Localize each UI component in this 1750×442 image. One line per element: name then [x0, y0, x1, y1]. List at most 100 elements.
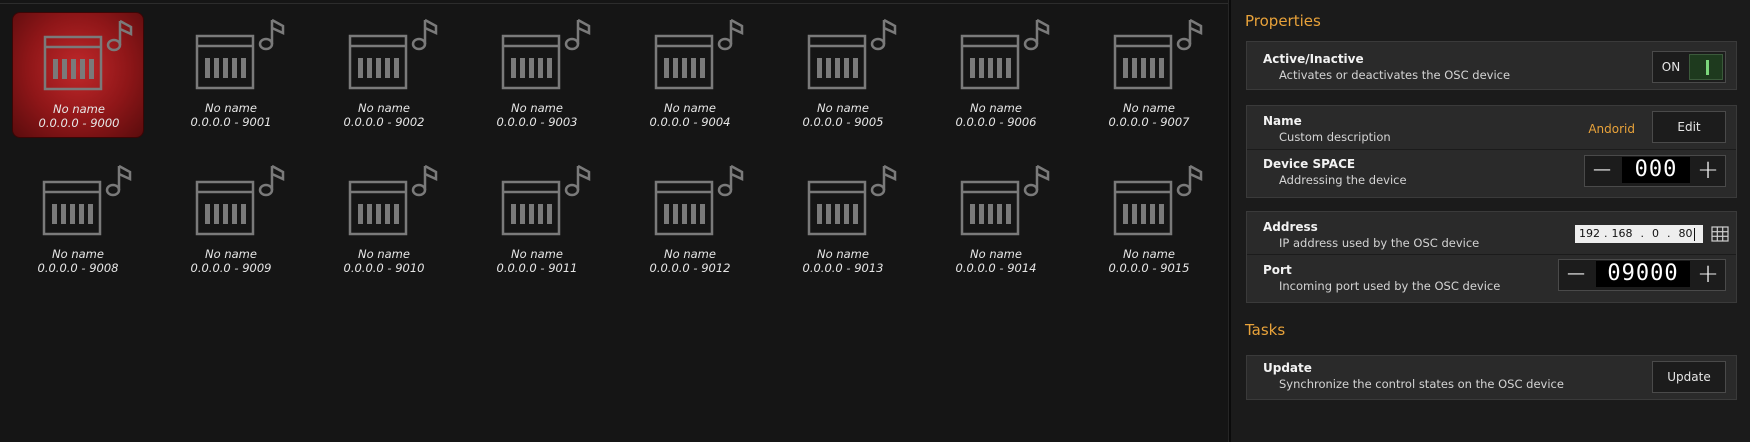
- device-address: 0.0.0.0 - 9005: [802, 115, 884, 129]
- device-name: No name: [664, 101, 716, 115]
- name-card: Name Custom description Andorid Edit Dev…: [1246, 105, 1737, 198]
- decrement-button[interactable]: −: [1585, 156, 1619, 186]
- device-tile[interactable]: No name 0.0.0.0 - 9011: [471, 158, 603, 284]
- device-name: No name: [358, 101, 410, 115]
- device-name: No name: [205, 101, 257, 115]
- keypad-icon[interactable]: [1711, 226, 1729, 242]
- increment-button[interactable]: +: [1691, 156, 1725, 186]
- ip-octet-2[interactable]: 168: [1612, 225, 1633, 243]
- edit-name-button[interactable]: Edit: [1652, 111, 1726, 143]
- ip-octet-4[interactable]: 80: [1679, 225, 1693, 243]
- piano-keyboard-music-note-icon: [195, 164, 285, 236]
- device-name: No name: [53, 102, 105, 116]
- piano-keyboard-music-note-icon: [43, 19, 133, 91]
- piano-keyboard-music-note-icon: [654, 18, 744, 90]
- update-button[interactable]: Update: [1652, 361, 1726, 393]
- device-tile[interactable]: No name 0.0.0.0 - 9009: [165, 158, 297, 284]
- active-description: Activates or deactivates the OSC device: [1279, 68, 1511, 82]
- device-address: 0.0.0.0 - 9004: [649, 115, 731, 129]
- device-tile[interactable]: No name 0.0.0.0 - 9010: [318, 158, 450, 284]
- piano-keyboard-music-note-icon: [195, 18, 285, 90]
- toggle-on-label: ON: [1661, 60, 1681, 74]
- piano-keyboard-music-note-icon: [501, 164, 591, 236]
- device-name: No name: [1123, 247, 1175, 261]
- port-stepper[interactable]: − 09000 +: [1558, 259, 1726, 291]
- device-tile[interactable]: No name 0.0.0.0 - 9013: [777, 158, 909, 284]
- device-space-description: Addressing the device: [1279, 173, 1407, 187]
- active-title: Active/Inactive: [1263, 52, 1364, 66]
- row-separator: [1247, 149, 1736, 150]
- increment-button[interactable]: +: [1691, 260, 1725, 290]
- tasks-heading: Tasks: [1245, 321, 1286, 339]
- address-title: Address: [1263, 220, 1318, 234]
- device-address: 0.0.0.0 - 9014: [955, 261, 1037, 275]
- update-description: Synchronize the control states on the OS…: [1279, 377, 1564, 391]
- device-tile[interactable]: No name 0.0.0.0 - 9015: [1083, 158, 1215, 284]
- name-value: Andorid: [1588, 122, 1635, 136]
- ip-octet-3[interactable]: 0: [1652, 225, 1659, 243]
- piano-keyboard-music-note-icon: [348, 164, 438, 236]
- piano-keyboard-music-note-icon: [807, 164, 897, 236]
- device-address: 0.0.0.0 - 9003: [496, 115, 578, 129]
- device-tile[interactable]: No name 0.0.0.0 - 9008: [12, 158, 144, 284]
- name-description: Custom description: [1279, 130, 1391, 144]
- port-description: Incoming port used by the OSC device: [1279, 279, 1501, 293]
- row-separator: [1247, 254, 1736, 255]
- device-name: No name: [970, 247, 1022, 261]
- update-title: Update: [1263, 361, 1312, 375]
- device-address: 0.0.0.0 - 9015: [1108, 261, 1190, 275]
- decrement-button[interactable]: −: [1559, 260, 1593, 290]
- toggle-knob: [1689, 54, 1723, 80]
- device-name: No name: [205, 247, 257, 261]
- device-space-title: Device SPACE: [1263, 157, 1356, 171]
- device-name: No name: [511, 247, 563, 261]
- piano-keyboard-music-note-icon: [42, 164, 132, 236]
- port-title: Port: [1263, 263, 1292, 277]
- device-tile[interactable]: No name 0.0.0.0 - 9000: [12, 12, 144, 138]
- device-tile[interactable]: No name 0.0.0.0 - 9001: [165, 12, 297, 138]
- device-address: 0.0.0.0 - 9007: [1108, 115, 1190, 129]
- device-tile[interactable]: No name 0.0.0.0 - 9003: [471, 12, 603, 138]
- device-address: 0.0.0.0 - 9002: [343, 115, 425, 129]
- piano-keyboard-music-note-icon: [807, 18, 897, 90]
- piano-keyboard-music-note-icon: [654, 164, 744, 236]
- ip-separator: .: [1667, 227, 1671, 240]
- port-value[interactable]: 09000: [1596, 261, 1690, 287]
- device-address: 0.0.0.0 - 9011: [496, 261, 578, 275]
- device-address: 0.0.0.0 - 9000: [38, 116, 120, 130]
- device-address: 0.0.0.0 - 9013: [802, 261, 884, 275]
- piano-keyboard-music-note-icon: [501, 18, 591, 90]
- piano-keyboard-music-note-icon: [348, 18, 438, 90]
- device-tile[interactable]: No name 0.0.0.0 - 9002: [318, 12, 450, 138]
- ip-separator: .: [1640, 227, 1645, 240]
- device-tile[interactable]: No name 0.0.0.0 - 9005: [777, 12, 909, 138]
- device-tile[interactable]: No name 0.0.0.0 - 9006: [930, 12, 1062, 138]
- piano-keyboard-music-note-icon: [1113, 18, 1203, 90]
- update-card: Update Synchronize the control states on…: [1246, 355, 1737, 400]
- device-address: 0.0.0.0 - 9012: [649, 261, 731, 275]
- device-tile[interactable]: No name 0.0.0.0 - 9014: [930, 158, 1062, 284]
- network-card: Address IP address used by the OSC devic…: [1246, 211, 1737, 303]
- device-tile[interactable]: No name 0.0.0.0 - 9007: [1083, 12, 1215, 138]
- piano-keyboard-music-note-icon: [1113, 164, 1203, 236]
- active-toggle[interactable]: ON: [1652, 51, 1726, 83]
- device-address: 0.0.0.0 - 9006: [955, 115, 1037, 129]
- device-grid: No name 0.0.0.0 - 9000 No name 0.0.0.0 -…: [0, 0, 1228, 442]
- ip-address-input[interactable]: 192. 168. 0. 80: [1575, 225, 1703, 243]
- device-name: No name: [664, 247, 716, 261]
- device-tile[interactable]: No name 0.0.0.0 - 9012: [624, 158, 756, 284]
- device-name: No name: [52, 247, 104, 261]
- device-address: 0.0.0.0 - 9008: [37, 261, 119, 275]
- device-tile[interactable]: No name 0.0.0.0 - 9004: [624, 12, 756, 138]
- ip-octet-1[interactable]: 192: [1579, 225, 1600, 243]
- device-address: 0.0.0.0 - 9001: [190, 115, 272, 129]
- device-space-value[interactable]: 000: [1622, 157, 1690, 183]
- device-name: No name: [1123, 101, 1175, 115]
- device-address: 0.0.0.0 - 9009: [190, 261, 272, 275]
- device-name: No name: [817, 247, 869, 261]
- device-name: No name: [817, 101, 869, 115]
- device-space-stepper[interactable]: − 000 +: [1584, 155, 1726, 187]
- device-name: No name: [511, 101, 563, 115]
- properties-panel: Properties Active/Inactive Activates or …: [1231, 0, 1750, 442]
- address-description: IP address used by the OSC device: [1279, 236, 1480, 250]
